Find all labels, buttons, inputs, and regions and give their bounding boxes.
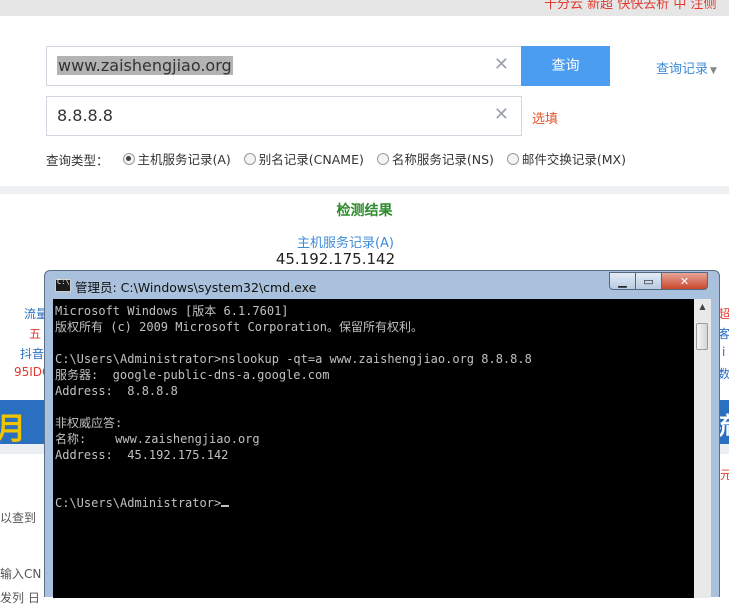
radio-selected-icon xyxy=(122,152,135,165)
bg-right-lower: 元 xyxy=(720,468,729,482)
bg-left-text-2[interactable]: 五 xyxy=(29,325,41,342)
console-text: Microsoft Windows [版本 6.1.7601] 版权所有 (c)… xyxy=(53,299,694,515)
bg-left-lower-3: 发列 日 xyxy=(0,591,40,605)
console-line: C:\Users\Administrator>nslookup -qt=a ww… xyxy=(55,352,532,366)
bg-left-banner-text: 月半 xyxy=(0,412,26,444)
cmd-window-title: 管理员: C:\Windows\system32\cmd.exe xyxy=(75,280,317,295)
chevron-down-icon: ▼ xyxy=(710,66,717,76)
radio-a-record[interactable]: 主机服务记录(A) xyxy=(122,149,231,168)
console-line: Address: 45.192.175.142 xyxy=(55,448,229,462)
radio-ns-record[interactable]: 名称服务记录(NS) xyxy=(376,149,494,168)
query-history-label: 查询记录 xyxy=(656,62,709,77)
close-icon[interactable]: ✕ xyxy=(494,104,509,125)
radio-label: 主机服务记录(A) xyxy=(137,152,231,167)
result-record-type[interactable]: 主机服务记录(A) xyxy=(0,232,691,251)
domain-input[interactable]: www.zaishengjiao.org ✕ xyxy=(46,46,522,86)
domain-input-value: www.zaishengjiao.org xyxy=(57,56,233,75)
bg-left-lower-2: 输入CN xyxy=(0,567,42,581)
minimize-icon: ▁ xyxy=(618,274,627,288)
dns-server-value: 8.8.8.8 xyxy=(57,106,113,125)
close-icon[interactable]: ✕ xyxy=(494,54,509,75)
radio-mx-record[interactable]: 邮件交换记录(MX) xyxy=(506,149,626,168)
console-line: 服务器: google-public-dns-a.google.com xyxy=(55,368,330,382)
console-line: C:\Users\Administrator> xyxy=(55,496,222,510)
window-controls: ▁ ▭ ✕ xyxy=(609,272,708,291)
radio-label: 别名记录(CNAME) xyxy=(258,152,364,167)
console-line: Microsoft Windows [版本 6.1.7601] xyxy=(55,304,289,318)
scroll-thumb[interactable] xyxy=(696,323,708,350)
radio-icon xyxy=(243,152,256,165)
radio-icon xyxy=(376,152,389,165)
close-button[interactable]: ✕ xyxy=(662,272,708,290)
query-type-row: 查询类型： 主机服务记录(A) 别名记录(CNAME) 名称服务记录(NS) 邮… xyxy=(46,149,635,169)
bg-right-text-3[interactable]: i xyxy=(722,345,725,359)
maximize-button[interactable]: ▭ xyxy=(636,272,662,290)
console-line: 名称: www.zaishengjiao.org xyxy=(55,432,260,446)
query-history-link[interactable]: 查询记录 ▼ xyxy=(656,58,717,77)
console-scrollbar[interactable]: ▲ xyxy=(694,299,711,598)
top-banner-text: 十分云 新超 快快去析 中 注侧 xyxy=(544,0,717,12)
minimize-button[interactable]: ▁ xyxy=(609,272,636,290)
query-button[interactable]: 查询 xyxy=(521,46,610,86)
result-ip: 45.192.175.142 xyxy=(275,250,396,268)
console-line: Address: 8.8.8.8 xyxy=(55,384,178,398)
scroll-up-icon[interactable]: ▲ xyxy=(694,299,711,315)
query-type-label: 查询类型： xyxy=(46,152,109,168)
radio-cname-record[interactable]: 别名记录(CNAME) xyxy=(243,149,364,168)
bg-left-lower-1: 以查到 xyxy=(0,511,37,525)
radio-label: 名称服务记录(NS) xyxy=(391,152,494,167)
console-line: 版权所有 (c) 2009 Microsoft Corporation。保留所有… xyxy=(55,320,423,334)
section-divider xyxy=(0,186,729,194)
bg-left-banner[interactable]: 月半 xyxy=(0,400,46,444)
top-banner: 十分云 新超 快快去析 中 注侧 xyxy=(538,0,729,16)
console-line: 非权威应答: xyxy=(55,416,123,430)
console-cursor xyxy=(221,505,230,507)
optional-hint: 选填 xyxy=(532,112,559,127)
bg-left-text-3[interactable]: 抖音 xyxy=(20,345,44,362)
cmd-titlebar[interactable]: C:\ 管理员: C:\Windows\system32\cmd.exe ▁ ▭… xyxy=(45,271,719,299)
dns-server-input[interactable]: 8.8.8.8 ✕ xyxy=(46,96,522,136)
result-title: 检测结果 xyxy=(336,203,393,219)
close-icon: ✕ xyxy=(679,274,690,288)
maximize-icon: ▭ xyxy=(643,274,654,288)
radio-icon xyxy=(506,152,519,165)
cmd-window[interactable]: C:\ 管理员: C:\Windows\system32\cmd.exe ▁ ▭… xyxy=(44,270,720,598)
radio-label: 邮件交换记录(MX) xyxy=(521,152,626,167)
cmd-icon[interactable]: C:\ xyxy=(55,278,71,292)
console-output[interactable]: Microsoft Windows [版本 6.1.7601] 版权所有 (c)… xyxy=(53,299,694,598)
